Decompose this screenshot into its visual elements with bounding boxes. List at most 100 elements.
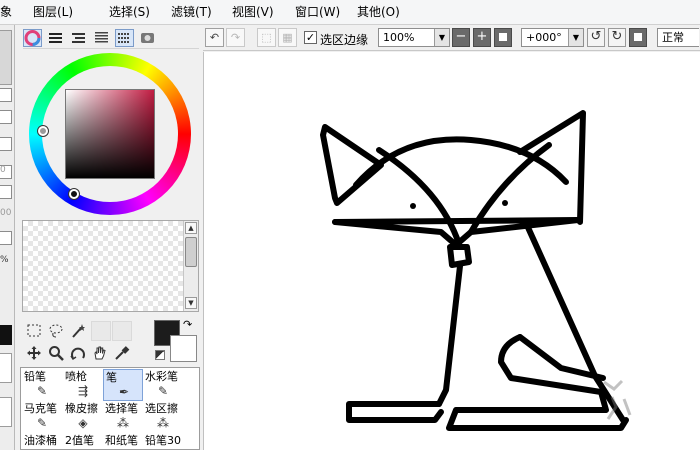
color-mode-bar <box>23 27 199 49</box>
pencil-icon: ✎ <box>36 384 48 398</box>
brush-watercolor[interactable]: 水彩笔 ✎ <box>143 369 183 401</box>
chevron-down-icon: ▼ <box>568 29 583 46</box>
navigator-panel-edge: 0 00 % <box>0 25 15 450</box>
scroll-thumb[interactable] <box>185 237 197 267</box>
swatch-scrollbar[interactable]: ▲ ▼ <box>183 221 198 311</box>
brush-selection-pen[interactable]: 选择笔 ⁂ <box>103 401 143 433</box>
brush-palette: 铅笔 ✎ 喷枪 ⇶ 笔 ✒ 水彩笔 ✎ 马克笔 ✎ 橡皮擦 ◈ 选择笔 ⁂ 选区… <box>20 367 200 450</box>
navigator-button[interactable] <box>0 231 12 245</box>
rgb-slider-icon[interactable] <box>46 29 65 47</box>
rect-select-icon[interactable] <box>25 323 43 341</box>
brush-pencil-30[interactable]: 铅笔30 ✎ <box>143 433 183 449</box>
eraser-icon: ◈ <box>78 416 88 430</box>
reset-colors-icon[interactable] <box>155 350 165 360</box>
brush-label: 选择笔 <box>105 402 138 415</box>
navigator-value: 00 <box>0 208 12 218</box>
fox-eye <box>410 203 416 209</box>
redo-icon[interactable]: ↷ <box>226 28 245 47</box>
fox-eye <box>502 200 508 206</box>
navigator-slot <box>0 353 12 383</box>
color-tool-panel: ▲ ▼ ↷ 铅笔 ✎ 喷枪 ⇶ 笔 ✒ 水彩笔 ✎ 马克笔 ✎ 橡皮擦 ◈ 选择… <box>17 25 203 450</box>
brush-label: 铅笔 <box>24 370 46 383</box>
scroll-down-icon[interactable]: ▼ <box>185 297 197 309</box>
scratchpad-icon[interactable] <box>138 29 157 47</box>
deselect-icon[interactable]: ⬚ <box>257 28 276 47</box>
tool-slot <box>91 321 111 341</box>
move-icon[interactable] <box>25 345 43 363</box>
navigator-slot <box>0 397 12 427</box>
navigator-button[interactable] <box>0 185 12 199</box>
brush-selection-eraser[interactable]: 选区擦 ⁂ <box>143 401 183 433</box>
hsv-slider-icon[interactable] <box>69 29 88 47</box>
menu-layer[interactable]: 图层(L) <box>33 5 73 19</box>
undo-icon[interactable]: ↶ <box>205 28 224 47</box>
selection-edge-label: 选区边缘 <box>320 33 369 47</box>
blend-mode-select[interactable]: 正常 <box>657 28 699 47</box>
canvas-toolbar: ↶ ↷ ⬚ ▦ ✓ 选区边缘 100% ▼ − + +000° ▼ ↺ ↻ 正常 <box>203 25 700 51</box>
zoom-in-icon[interactable]: + <box>473 28 491 47</box>
menu-other[interactable]: 其他(O) <box>357 5 400 19</box>
brush-label: 喷枪 <box>65 370 87 383</box>
menu-view[interactable]: 视图(V) <box>232 5 274 19</box>
sv-knob[interactable] <box>69 189 79 199</box>
navigator-button[interactable] <box>0 110 12 124</box>
chevron-down-icon: ▼ <box>434 29 449 46</box>
menu-window[interactable]: 窗口(W) <box>295 5 340 19</box>
zoom-reset-icon[interactable] <box>494 28 512 47</box>
scroll-up-icon[interactable]: ▲ <box>185 222 197 234</box>
navigator-value: 0 <box>0 165 6 175</box>
brush-label: 油漆桶 <box>24 434 57 447</box>
brush-eraser[interactable]: 橡皮擦 ◈ <box>63 401 103 433</box>
swatch-grid-icon[interactable] <box>115 29 134 47</box>
zoom-icon[interactable] <box>47 345 65 363</box>
hue-ring[interactable] <box>29 53 191 215</box>
selection-edge-checkbox[interactable]: ✓ <box>304 31 317 44</box>
color-swatch-area[interactable]: ▲ ▼ <box>22 220 199 312</box>
background-color[interactable] <box>170 335 197 362</box>
brush-washi-pen[interactable]: 和纸笔 ✎ <box>103 433 143 449</box>
lasso-icon[interactable] <box>47 323 65 341</box>
menu-select[interactable]: 选择(S) <box>109 5 150 19</box>
navigator-button[interactable] <box>0 137 12 151</box>
hue-knob[interactable] <box>38 126 48 136</box>
watercolor-icon: ✎ <box>157 384 169 398</box>
brush-marker[interactable]: 马克笔 ✎ <box>22 401 62 433</box>
magic-wand-icon[interactable] <box>69 323 87 341</box>
rotate-icon[interactable] <box>69 345 87 363</box>
zoom-out-icon[interactable]: − <box>452 28 470 47</box>
saturation-value-square[interactable] <box>65 89 155 179</box>
brush-label: 和纸笔 <box>105 434 138 447</box>
rotation-value: +000° <box>526 31 562 44</box>
watermark-logo <box>603 379 632 420</box>
pen-icon: ✒ <box>118 385 130 399</box>
brush-airbrush[interactable]: 喷枪 ⇶ <box>63 369 103 401</box>
drawing-canvas[interactable] <box>203 52 700 450</box>
brush-binary-pen[interactable]: 2值笔 ✎ <box>63 433 103 449</box>
navigator-preview <box>0 30 12 85</box>
menu-filter[interactable]: 滤镜(T) <box>171 5 212 19</box>
hand-icon[interactable] <box>91 345 109 363</box>
rotate-right-icon[interactable]: ↻ <box>608 28 626 47</box>
brush-label: 2值笔 <box>65 434 94 447</box>
selection-eraser-icon: ⁂ <box>157 416 169 430</box>
intermediate-icon[interactable] <box>92 29 111 47</box>
brush-label: 笔 <box>106 371 117 384</box>
airbrush-icon: ⇶ <box>77 384 89 398</box>
brush-pen[interactable]: 笔 ✒ <box>103 369 143 401</box>
tool-slot <box>112 321 132 341</box>
eyedropper-icon[interactable] <box>113 345 131 363</box>
navigator-swatch <box>0 325 12 345</box>
brush-pencil[interactable]: 铅笔 ✎ <box>22 369 62 401</box>
color-wheel-icon[interactable] <box>23 29 42 47</box>
rotation-reset-icon[interactable] <box>629 28 647 47</box>
selection-pen-icon: ⁂ <box>117 416 129 430</box>
brush-label: 马克笔 <box>24 402 57 415</box>
rotate-left-icon[interactable]: ↺ <box>587 28 605 47</box>
swap-colors-icon[interactable]: ↷ <box>183 319 197 331</box>
invert-selection-icon[interactable]: ▦ <box>278 28 297 47</box>
navigator-button[interactable] <box>0 88 12 102</box>
brush-bucket[interactable]: 油漆桶 ◆ <box>22 433 62 449</box>
rotation-select[interactable]: +000° ▼ <box>521 28 584 47</box>
menu-image[interactable]: 象 <box>0 5 12 19</box>
zoom-select[interactable]: 100% ▼ <box>378 28 450 47</box>
